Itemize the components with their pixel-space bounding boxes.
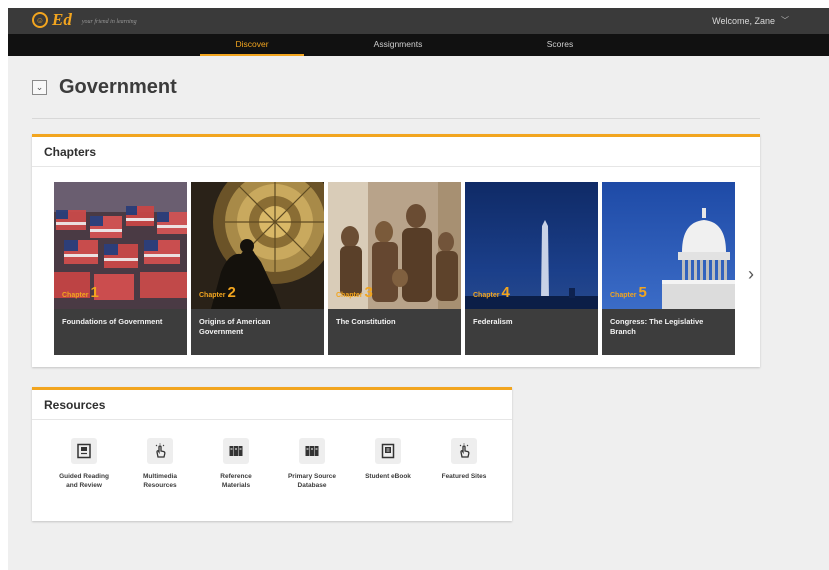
touch-icon [451, 438, 477, 464]
resource-multimedia[interactable]: Multimedia Resources [122, 438, 198, 490]
chapter-number-value: 2 [227, 284, 236, 301]
resources-panel: Resources Guided Reading and Review Mult… [32, 387, 512, 521]
resource-student-ebook[interactable]: Student eBook [350, 438, 426, 490]
chapter-number: Chapter 5 [610, 285, 647, 300]
resource-label-line1: Multimedia [143, 473, 177, 480]
tab-scores[interactable]: Scores [508, 34, 612, 56]
tab-discover-label: Discover [235, 39, 269, 49]
chapter-carousel: Chapter 1 Foundations of Government Chap… [54, 182, 735, 355]
books-icon [223, 438, 249, 464]
chapter-card-3[interactable]: Chapter 3 The Constitution [328, 182, 461, 355]
user-menu[interactable]: Welcome, Zane ﹀ [712, 15, 789, 26]
resource-label: Featured Sites [442, 472, 487, 481]
chapter-title: Federalism [465, 309, 598, 355]
resource-label-line1: Student eBook [365, 473, 411, 480]
resource-label-line1: Primary Source [287, 473, 337, 480]
resource-label-line1: Guided Reading [59, 473, 109, 480]
collapse-toggle-button[interactable]: ⌄ [32, 80, 47, 95]
chapter-number: Chapter 1 [62, 285, 99, 300]
chevron-down-icon: ⌄ [35, 82, 44, 92]
page-title: Government [59, 76, 177, 98]
ebook-icon [375, 438, 401, 464]
chapter-number-value: 3 [364, 284, 373, 301]
document-icon [71, 438, 97, 464]
resource-label: Reference Materials [220, 472, 251, 490]
chapter-number: Chapter 3 [336, 285, 373, 300]
chapter-card-5[interactable]: Chapter 5 Congress: The Legislative Bran… [602, 182, 735, 355]
chapter-prefix: Chapter [336, 292, 363, 299]
brand-logo[interactable]: ☺ Ed your friend in learning [32, 11, 137, 29]
chapters-panel: Chapters Chapter 1 Foundations of Govern… [32, 134, 760, 367]
top-bar: ☺ Ed your friend in learning Welcome, Za… [8, 8, 829, 34]
active-tab-indicator [200, 54, 304, 56]
resource-label-line2: Resources [143, 482, 177, 489]
page-header: ⌄ Government [32, 76, 177, 99]
resource-label-line2: and Review [66, 482, 102, 489]
books-icon [299, 438, 325, 464]
resource-primary-source[interactable]: Primary Source Database [274, 438, 350, 490]
chapter-title: Origins of American Government [191, 309, 324, 355]
tab-assignments-label: Assignments [373, 39, 423, 49]
app-frame: ☺ Ed your friend in learning Welcome, Za… [8, 8, 829, 570]
chapter-prefix: Chapter [610, 292, 637, 299]
resource-list: Guided Reading and Review Multimedia Res… [46, 438, 502, 490]
chapters-heading: Chapters [32, 137, 760, 167]
chevron-right-icon: › [748, 264, 754, 284]
resource-label: Student eBook [365, 472, 411, 481]
resource-label: Guided Reading and Review [59, 472, 109, 490]
chapter-prefix: Chapter [62, 292, 89, 299]
chapter-number-value: 1 [90, 284, 99, 301]
resources-heading: Resources [32, 390, 512, 420]
resource-label: Multimedia Resources [143, 472, 177, 490]
chapter-prefix: Chapter [473, 292, 500, 299]
chapter-title: The Constitution [328, 309, 461, 355]
resource-label-line1: Reference [220, 473, 252, 480]
resource-label: Primary Source Database [288, 472, 336, 490]
tab-assignments[interactable]: Assignments [346, 34, 450, 56]
chapter-number: Chapter 2 [199, 285, 236, 300]
chapter-title: Congress: The Legislative Branch [602, 309, 735, 355]
resource-guided-reading[interactable]: Guided Reading and Review [46, 438, 122, 490]
chapter-card-4[interactable]: Chapter 4 Federalism [465, 182, 598, 355]
chapter-card-1[interactable]: Chapter 1 Foundations of Government [54, 182, 187, 355]
logo-text: Ed [52, 10, 72, 29]
chapter-card-2[interactable]: Chapter 2 Origins of American Government [191, 182, 324, 355]
welcome-text: Welcome, Zane [712, 15, 775, 26]
resource-label-line1: Featured Sites [441, 473, 487, 480]
chevron-down-icon: ﹀ [781, 16, 789, 25]
tab-scores-label: Scores [546, 39, 574, 49]
carousel-next-button[interactable]: › [744, 264, 758, 286]
chapter-title: Foundations of Government [54, 309, 187, 355]
resource-label-line2: Database [297, 482, 327, 489]
chapter-prefix: Chapter [199, 292, 226, 299]
resource-reference[interactable]: Reference Materials [198, 438, 274, 490]
tab-discover[interactable]: Discover [200, 34, 304, 56]
logo-mark-icon: ☺ [32, 12, 48, 28]
chapter-number-value: 4 [501, 284, 510, 301]
touch-icon [147, 438, 173, 464]
resource-featured-sites[interactable]: Featured Sites [426, 438, 502, 490]
resource-label-line2: Materials [221, 482, 251, 489]
chapter-number-value: 5 [638, 284, 647, 301]
divider [32, 118, 760, 119]
main-nav: Discover Assignments Scores [8, 34, 829, 56]
chapter-number: Chapter 4 [473, 285, 510, 300]
logo-tagline: your friend in learning [81, 19, 137, 25]
